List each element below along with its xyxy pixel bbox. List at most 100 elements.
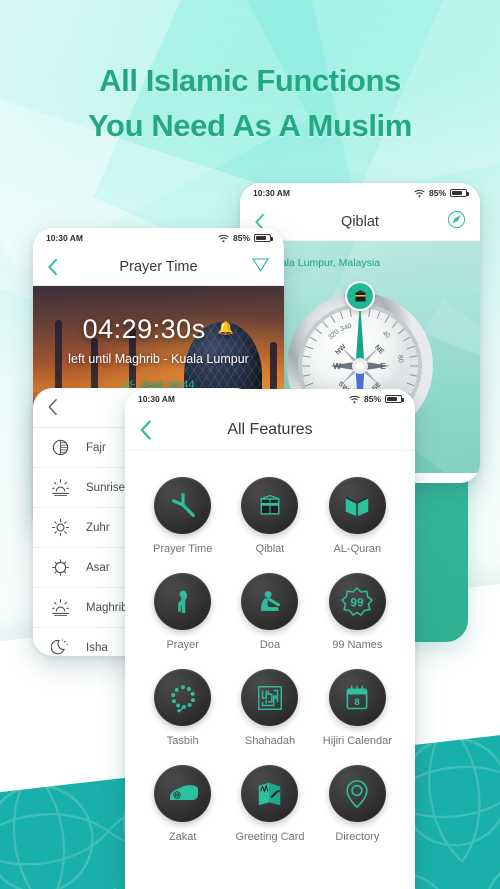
battery-icon	[254, 234, 273, 242]
feature-label: Tasbih	[166, 735, 199, 747]
prayer-time-navbar: Prayer Time	[33, 248, 284, 286]
calendar-8-icon: 8	[346, 684, 368, 709]
chevron-left-icon	[140, 419, 151, 440]
sun-outline-icon	[52, 559, 69, 576]
all-features-navbar: All Features	[125, 409, 415, 451]
svg-text:99: 99	[351, 595, 365, 609]
wifi-icon	[349, 395, 360, 403]
status-time: 10:30 AM	[138, 394, 176, 404]
status-bar: 10:30 AM 85%	[33, 228, 284, 248]
feature-icon-circle: 99	[328, 573, 386, 630]
feature-label: Greeting Card	[235, 831, 305, 843]
feature-99-names[interactable]: 99 99 Names	[314, 565, 401, 657]
chevron-left-icon	[48, 258, 58, 275]
prayer-row-label: Fajr	[86, 441, 106, 454]
qiblat-title: Qiblat	[341, 213, 379, 230]
kaaba-icon	[260, 494, 280, 515]
feature-label: Directory	[335, 831, 380, 843]
qiblat-location-label: Kuala Lumpur, Malaysia	[268, 257, 381, 269]
bell-icon[interactable]: 🔔	[218, 320, 235, 336]
status-time: 10:30 AM	[253, 188, 291, 198]
all-features-grid: Prayer Time Qiblat AL-Quran Prayer Doa 9…	[125, 451, 415, 849]
hand-coin-icon	[169, 784, 198, 800]
feature-label: Qiblat	[255, 543, 285, 555]
moon-stars-icon	[51, 639, 68, 655]
sunrise-icon	[51, 479, 70, 496]
prayer-row-label: Asar	[86, 561, 110, 574]
feature-hijiri-calendar[interactable]: 8 Hijiri Calendar	[314, 661, 401, 753]
prayer-time-icon	[171, 492, 195, 517]
kaaba-icon	[355, 289, 365, 301]
sunset-icon	[51, 599, 70, 616]
location-pin-icon	[346, 779, 368, 808]
feature-icon-circle	[328, 765, 386, 822]
kneeling-person-icon	[261, 590, 280, 611]
standing-person-icon	[177, 590, 187, 613]
feature-icon-circle	[328, 477, 386, 534]
folded-card-icon	[258, 782, 281, 805]
feature-label: AL-Quran	[333, 543, 382, 555]
kaaba-direction-badge	[345, 281, 375, 311]
status-battery-percent: 85%	[428, 188, 446, 198]
wifi-icon	[414, 189, 425, 197]
feature-icon-circle	[241, 573, 299, 630]
status-bar: 10:30 AM 85%	[125, 389, 415, 409]
feature-label: Prayer	[166, 639, 199, 651]
feature-label: Shahadah	[244, 735, 296, 747]
qiblat-compass-button[interactable]	[447, 210, 466, 234]
wifi-icon	[218, 234, 229, 242]
feature-greeting-card[interactable]: Greeting Card	[226, 757, 313, 849]
feature-label: Hijiri Calendar	[322, 735, 392, 747]
feature-doa[interactable]: Doa	[226, 565, 313, 657]
feature-label: Prayer Time	[153, 543, 213, 555]
feature-icon-circle	[154, 477, 212, 534]
prayer-row-label: Isha	[86, 641, 108, 654]
status-battery-percent: 85%	[363, 394, 381, 404]
feature-icon-circle	[154, 573, 212, 630]
all-features-back-button[interactable]	[139, 419, 152, 440]
status-battery-percent: 85%	[232, 233, 250, 243]
feature-al-quran[interactable]: AL-Quran	[314, 469, 401, 561]
feature-qiblat[interactable]: Qiblat	[226, 469, 313, 561]
feature-icon-circle: 8	[328, 669, 386, 726]
feature-shahadah[interactable]: Shahadah	[226, 661, 313, 753]
feature-icon-circle	[241, 477, 299, 534]
feature-tasbih[interactable]: Tasbih	[139, 661, 226, 753]
promo-stage: All Islamic Functions You Need As A Musl…	[0, 0, 500, 889]
feature-icon-circle	[241, 669, 299, 726]
countdown-subtitle: left until Maghrib - Kuala Lumpur	[68, 352, 249, 366]
feature-label: Doa	[259, 639, 281, 651]
feature-label: 99 Names	[332, 639, 383, 651]
prayer-time-title: Prayer Time	[119, 258, 198, 275]
svg-text:80: 80	[396, 355, 404, 364]
kufic-calligraphy-icon	[258, 685, 282, 710]
prayer-beads-icon	[170, 684, 195, 712]
status-time: 10:30 AM	[46, 233, 84, 243]
prayer-time-share-button[interactable]	[251, 255, 270, 279]
prayer-row-label: Sunrise	[86, 481, 125, 494]
svg-text:8: 8	[355, 697, 361, 708]
half-moon-icon	[52, 439, 69, 456]
battery-icon	[385, 395, 404, 403]
countdown-value: 04:29:30s	[82, 314, 206, 344]
compass-needle-icon	[447, 210, 466, 228]
feature-zakat[interactable]: Zakat	[139, 757, 226, 849]
feature-icon-circle	[241, 765, 299, 822]
headline-line-1: All Islamic Functions	[99, 63, 401, 98]
all-features-title: All Features	[227, 420, 313, 438]
feature-icon-circle	[154, 765, 212, 822]
status-bar: 10:30 AM 85%	[240, 183, 480, 203]
ninety-nine-star-icon: 99	[341, 586, 374, 616]
feature-prayer[interactable]: Prayer	[139, 565, 226, 657]
prayer-row-label: Maghrib	[86, 601, 128, 614]
send-icon	[252, 257, 269, 271]
prayer-time-back-button[interactable]	[47, 258, 58, 276]
feature-prayer-time[interactable]: Prayer Time	[139, 469, 226, 561]
feature-label: Zakat	[168, 831, 197, 843]
open-book-icon	[345, 496, 369, 516]
prayer-row-label: Zuhr	[86, 521, 110, 534]
feature-directory[interactable]: Directory	[314, 757, 401, 849]
headline-line-2: You Need As A Muslim	[88, 108, 412, 143]
sun-small-icon	[51, 518, 70, 537]
all-features-phone-screen: 10:30 AM 85% All Features Prayer Time Qi…	[125, 389, 415, 889]
